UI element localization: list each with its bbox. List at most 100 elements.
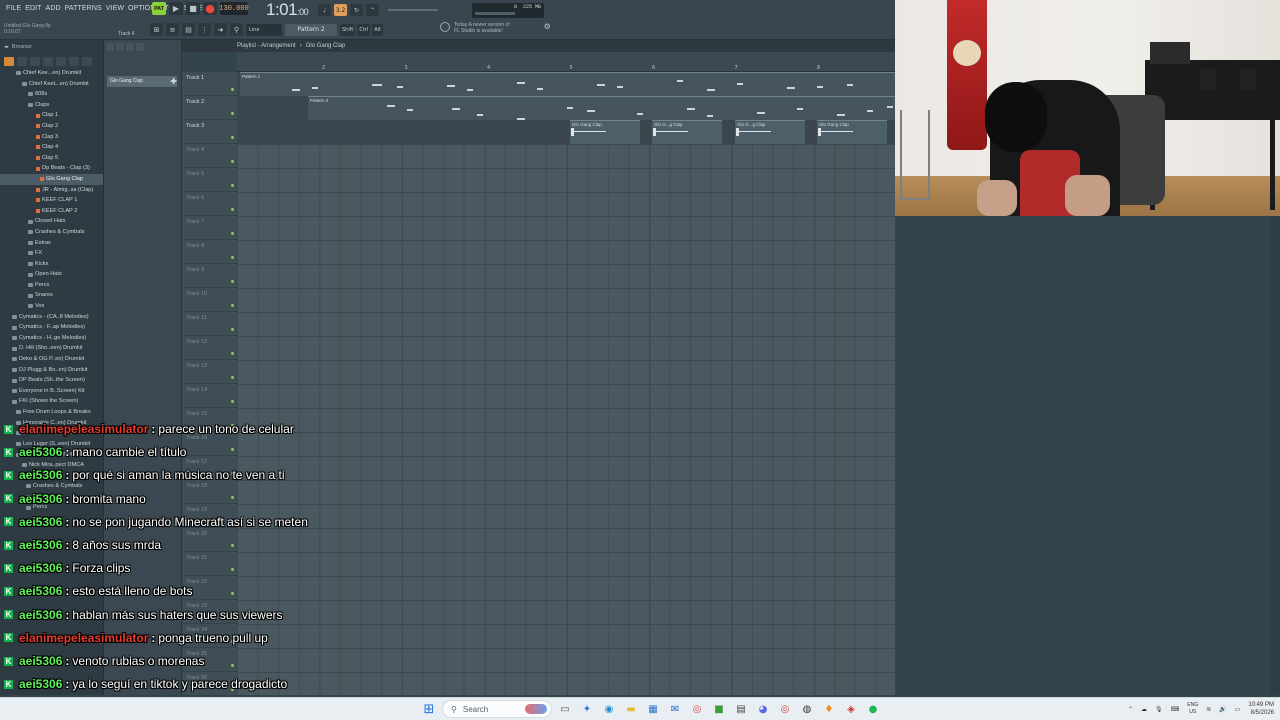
picker-tool-icon[interactable] xyxy=(116,43,124,51)
track-header[interactable]: Track 11 xyxy=(182,312,237,336)
browser-sample[interactable]: KEEF CLAP 1 xyxy=(0,195,103,206)
master-volume-slider[interactable] xyxy=(388,9,438,11)
track-header[interactable]: Track 4 xyxy=(182,144,237,168)
language-indicator[interactable]: ENG US xyxy=(1187,702,1198,716)
menu-item-add[interactable]: ADD xyxy=(44,5,63,12)
browser-folder[interactable]: Extras xyxy=(0,238,103,249)
pat-song-toggle[interactable]: PAT xyxy=(152,2,166,15)
shift-key[interactable]: Shift xyxy=(340,23,356,36)
track-header[interactable]: Track 14 xyxy=(182,384,237,408)
picker-tool-icon[interactable] xyxy=(136,43,144,51)
audio-clip[interactable]: Glo G...g Clap xyxy=(735,120,805,144)
track-mute-led[interactable] xyxy=(231,88,234,91)
track-header[interactable]: Track 6 xyxy=(182,192,237,216)
settings-gear-icon[interactable]: ⚙ xyxy=(544,22,551,31)
stop-button[interactable]: ■ xyxy=(186,2,200,15)
track-mute-led[interactable] xyxy=(231,208,234,211)
browser-sample[interactable]: Clap 2 xyxy=(0,121,103,132)
obs-icon[interactable]: ◍ xyxy=(798,700,816,718)
browser-sample[interactable]: Clap 4 xyxy=(0,142,103,153)
browser-folder[interactable]: Vox xyxy=(0,301,103,312)
browser-folder[interactable]: Closed Hats xyxy=(0,216,103,227)
track-mute-led[interactable] xyxy=(231,376,234,379)
browser-folder[interactable]: Deko & OG P..en) Drumkit xyxy=(0,354,103,365)
track-header[interactable]: Track 3 xyxy=(182,120,237,144)
tempo-display[interactable]: 130.000 xyxy=(219,2,249,15)
track-mute-led[interactable] xyxy=(231,400,234,403)
browser-folder[interactable]: Percs xyxy=(0,280,103,291)
track-mute-led[interactable] xyxy=(231,184,234,187)
track-mute-led[interactable] xyxy=(231,160,234,163)
edge-icon[interactable]: ◉ xyxy=(600,700,618,718)
browser-folder[interactable]: Cymatics - F..ap Melodies) xyxy=(0,322,103,333)
picker-tool-icon[interactable] xyxy=(126,43,134,51)
audio-clip[interactable]: Glo Gang Clap xyxy=(817,120,887,144)
step-edit-icon[interactable]: ⌃ xyxy=(366,4,379,16)
copilot-icon[interactable]: ✦ xyxy=(578,700,596,718)
track-mute-led[interactable] xyxy=(231,256,234,259)
track-header[interactable]: Track 8 xyxy=(182,240,237,264)
track-header[interactable]: Track 7 xyxy=(182,216,237,240)
browser-folder[interactable]: Kicks xyxy=(0,259,103,270)
microphone-icon[interactable]: ⚲ xyxy=(230,23,243,36)
channel-rack-icon[interactable]: ⋮ xyxy=(198,23,211,36)
task-view-icon[interactable]: ▭ xyxy=(556,700,574,718)
discord-icon[interactable]: ◕ xyxy=(754,700,772,718)
track-header[interactable]: Track 1 xyxy=(182,72,237,96)
mixer-icon[interactable]: ≡ xyxy=(166,23,179,36)
taskbar-search[interactable]: ⚲ Search xyxy=(442,700,552,718)
track-mute-led[interactable] xyxy=(231,136,234,139)
browser-folder[interactable]: FX xyxy=(0,248,103,259)
refresh-icon[interactable] xyxy=(440,22,450,32)
track-header[interactable]: Track 12 xyxy=(182,336,237,360)
fl-studio-icon[interactable]: ♦ xyxy=(820,700,838,718)
browser-tool-icon[interactable] xyxy=(56,56,66,66)
onedrive-icon[interactable]: ☁ xyxy=(1141,706,1147,713)
browser-folder[interactable]: Open Hats xyxy=(0,269,103,280)
keyboard-icon[interactable]: ⌨ xyxy=(1171,706,1180,713)
menu-item-file[interactable]: FILE xyxy=(4,5,23,12)
audio-clip[interactable]: Glo Gang Clap xyxy=(570,120,640,144)
track-header[interactable]: Track 10 xyxy=(182,288,237,312)
track-mute-led[interactable] xyxy=(231,112,234,115)
browser-sample[interactable]: Dp Beats - Clap (3) xyxy=(0,163,103,174)
minecraft-icon[interactable]: ■ xyxy=(710,700,728,718)
browser-sample[interactable]: Glo Gang Clap xyxy=(0,173,103,185)
record-button[interactable]: ● xyxy=(203,2,217,15)
browser-folder[interactable]: Claps xyxy=(0,100,103,111)
outlook-icon[interactable]: ✉ xyxy=(666,700,684,718)
picker-tool-icon[interactable] xyxy=(106,43,114,51)
snap-selector[interactable]: Line xyxy=(246,23,282,36)
add-icon[interactable]: ✚ xyxy=(170,76,177,87)
piano-roll-icon[interactable]: ▤ xyxy=(182,23,195,36)
alt-key[interactable]: Alt xyxy=(372,23,384,36)
timeline-ruler[interactable]: 2 3 4 5 6 7 8 xyxy=(237,52,895,72)
track-mute-led[interactable] xyxy=(231,352,234,355)
ide-icon[interactable]: ◈ xyxy=(842,700,860,718)
chrome-alt-icon[interactable]: ◎ xyxy=(776,700,794,718)
browser-folder[interactable]: FKI (Shows the Screen) xyxy=(0,396,103,407)
browser-sample[interactable]: KEEF CLAP 2 xyxy=(0,206,103,217)
countdown-icon[interactable]: 3.2 xyxy=(334,4,347,16)
browser-tool-icon[interactable] xyxy=(17,56,27,66)
browser-folder[interactable]: DJ Plugg & Bo..en) Drumkit xyxy=(0,365,103,376)
track-header[interactable]: Track 9 xyxy=(182,264,237,288)
browser-folder[interactable]: Chief Kee...en) Drumkit xyxy=(0,68,103,79)
browser-sample[interactable]: JR - Almig..sa (Clap) xyxy=(0,185,103,196)
news-panel[interactable]: Today A newer version of FL Studio is av… xyxy=(440,22,551,34)
file-explorer-icon[interactable]: ▬ xyxy=(622,700,640,718)
windows-start-icon[interactable]: ⊞ xyxy=(420,700,438,718)
menu-item-patterns[interactable]: PATTERNS xyxy=(63,5,104,12)
browser-tool-icon[interactable] xyxy=(4,56,14,66)
pattern-selector[interactable]: Pattern 2 xyxy=(285,23,337,36)
browser-tool-icon[interactable] xyxy=(43,56,53,66)
audio-clip[interactable]: Glo G...g Clap xyxy=(652,120,722,144)
battery-icon[interactable]: ▭ xyxy=(1235,706,1241,713)
mic-icon[interactable]: 🎙 xyxy=(1155,706,1163,713)
browser-sample[interactable]: Clap 3 xyxy=(0,132,103,143)
browser-folder[interactable]: Free Drum Loops & Breaks xyxy=(0,407,103,418)
metronome-icon[interactable]: ♩ xyxy=(318,4,331,16)
play-button[interactable]: ▶ xyxy=(169,2,183,15)
volume-icon[interactable]: 🔊 xyxy=(1219,706,1226,713)
browser-arrow-icon[interactable]: ◂▸ xyxy=(4,44,9,50)
